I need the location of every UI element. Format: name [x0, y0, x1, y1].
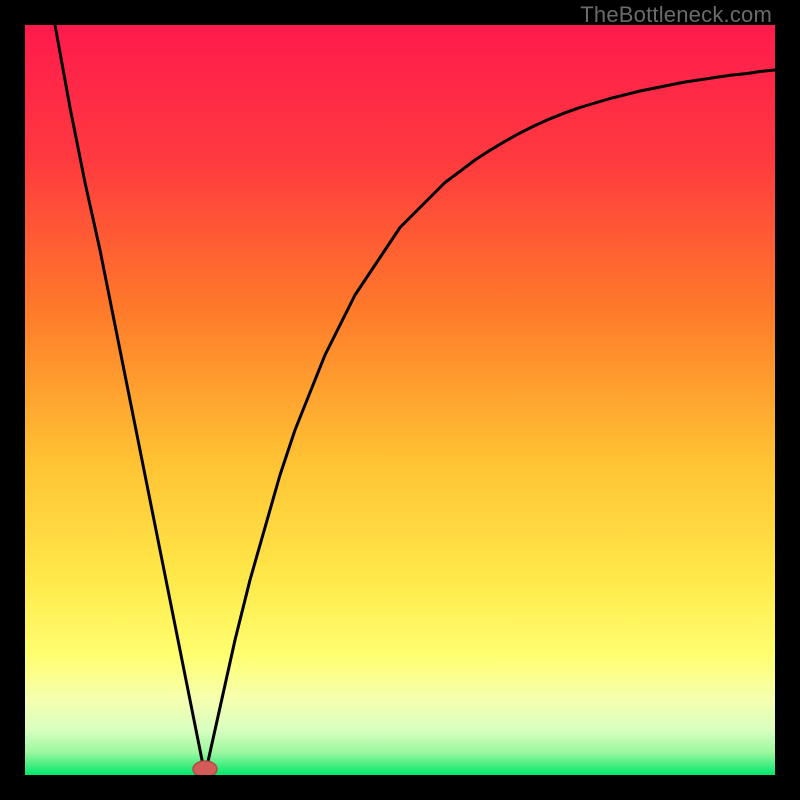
vertex-marker: [193, 761, 217, 775]
watermark-text: TheBottleneck.com: [580, 2, 772, 28]
chart-frame: [25, 25, 775, 775]
gradient-background: [25, 25, 775, 775]
chart-svg: [25, 25, 775, 775]
